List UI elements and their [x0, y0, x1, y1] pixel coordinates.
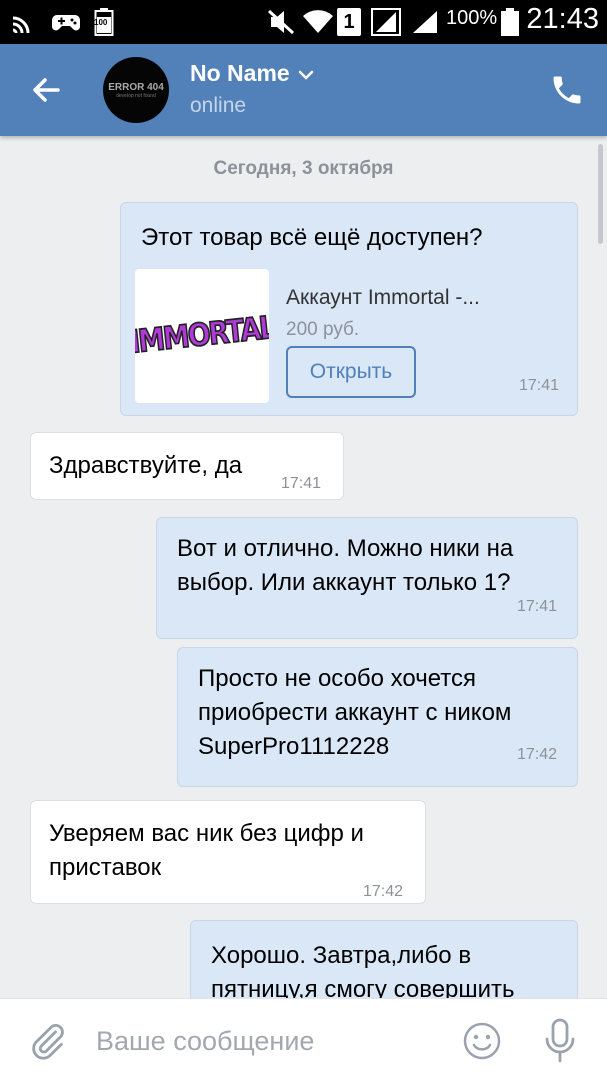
message-line: пятницу,я смогу совершить [211, 976, 515, 998]
message-composer [0, 998, 607, 1080]
signal-icon [410, 8, 440, 36]
product-image-text: IMMORTAL [135, 309, 269, 361]
battery-badge-text: 100 [94, 18, 108, 27]
signal-icon [370, 8, 402, 36]
avatar-text: ERROR 404 [108, 81, 164, 93]
status-bar: 100 1 100% 21:43 [0, 0, 607, 44]
message-text: Хорошо. Завтра,либо в пятницу,я смогу со… [211, 939, 515, 998]
message-time: 17:42 [363, 883, 404, 900]
product-image[interactable]: IMMORTAL [135, 269, 269, 403]
phone-icon[interactable] [549, 72, 585, 108]
scrollbar[interactable] [598, 144, 603, 244]
outgoing-message[interactable]: Этот товар всё ещё доступен? IMMORTAL Ак… [120, 202, 578, 416]
message-text: Уверяем вас ник без цифр и приставок [49, 817, 364, 885]
outgoing-message[interactable]: Просто не особо хочется приобрести аккау… [177, 647, 578, 787]
contact-status: online [190, 94, 247, 117]
mute-icon [266, 8, 296, 36]
battery-saver-icon: 100 [92, 8, 116, 36]
message-text: Здравствуйте, да [49, 452, 243, 479]
incoming-message[interactable]: Уверяем вас ник без цифр и приставок 17:… [30, 800, 426, 904]
message-list[interactable]: Сегодня, 3 октября Этот товар всё ещё до… [0, 136, 607, 998]
chevron-down-icon [298, 60, 314, 87]
message-time: 17:42 [516, 746, 557, 763]
clock: 21:43 [526, 3, 599, 35]
message-time: 17:41 [516, 598, 557, 615]
message-input[interactable] [96, 1023, 436, 1059]
message-line: SuperPro1112228 [198, 733, 390, 760]
gamepad-icon [50, 8, 82, 36]
date-divider: Сегодня, 3 октября [213, 158, 394, 179]
message-line: Просто не особо хочется [198, 665, 477, 692]
message-line: Хорошо. Завтра,либо в [211, 942, 472, 969]
open-product-button[interactable]: Открыть [286, 346, 416, 398]
message-line: Уверяем вас ник без цифр и [49, 820, 364, 847]
message-line: приобрести аккаунт с ником [198, 699, 512, 726]
message-time: 17:41 [281, 475, 322, 492]
back-arrow-icon[interactable] [28, 72, 64, 108]
incoming-message[interactable]: Здравствуйте, да 17:41 [30, 432, 344, 500]
contact-name: No Name [190, 60, 290, 86]
product-title[interactable]: Аккаунт Immortal -... [286, 281, 480, 315]
cast-icon [8, 8, 38, 36]
message-line: приставок [49, 854, 162, 881]
battery-percent: 100% [446, 7, 498, 29]
message-time: 17:41 [518, 377, 559, 394]
wifi-icon [301, 8, 335, 36]
message-text: Этот товар всё ещё доступен? [141, 224, 483, 251]
contact-name-toggle[interactable]: No Name [190, 60, 314, 87]
battery-icon [500, 8, 520, 36]
avatar[interactable]: ERROR 404 develop not found [103, 57, 169, 123]
message-text: Просто не особо хочется приобрести аккау… [198, 662, 511, 764]
emoji-icon[interactable] [462, 1021, 502, 1061]
sim-number: 1 [343, 10, 355, 33]
product-price: 200 руб. [286, 319, 360, 340]
paperclip-icon[interactable] [28, 1021, 68, 1061]
chat-header: ERROR 404 develop not found No Name onli… [0, 44, 607, 136]
message-line: выбор. Или аккаунт только 1? [177, 569, 511, 596]
message-text: Вот и отлично. Можно ники на выбор. Или … [177, 532, 513, 600]
message-line: Вот и отлично. Можно ники на [177, 535, 514, 562]
avatar-subtext: develop not found [116, 92, 156, 99]
outgoing-message[interactable]: Вот и отлично. Можно ники на выбор. Или … [156, 517, 578, 639]
sim-icon: 1 [337, 8, 361, 36]
microphone-icon[interactable] [540, 1017, 580, 1065]
outgoing-message[interactable]: Хорошо. Завтра,либо в пятницу,я смогу со… [190, 920, 578, 998]
